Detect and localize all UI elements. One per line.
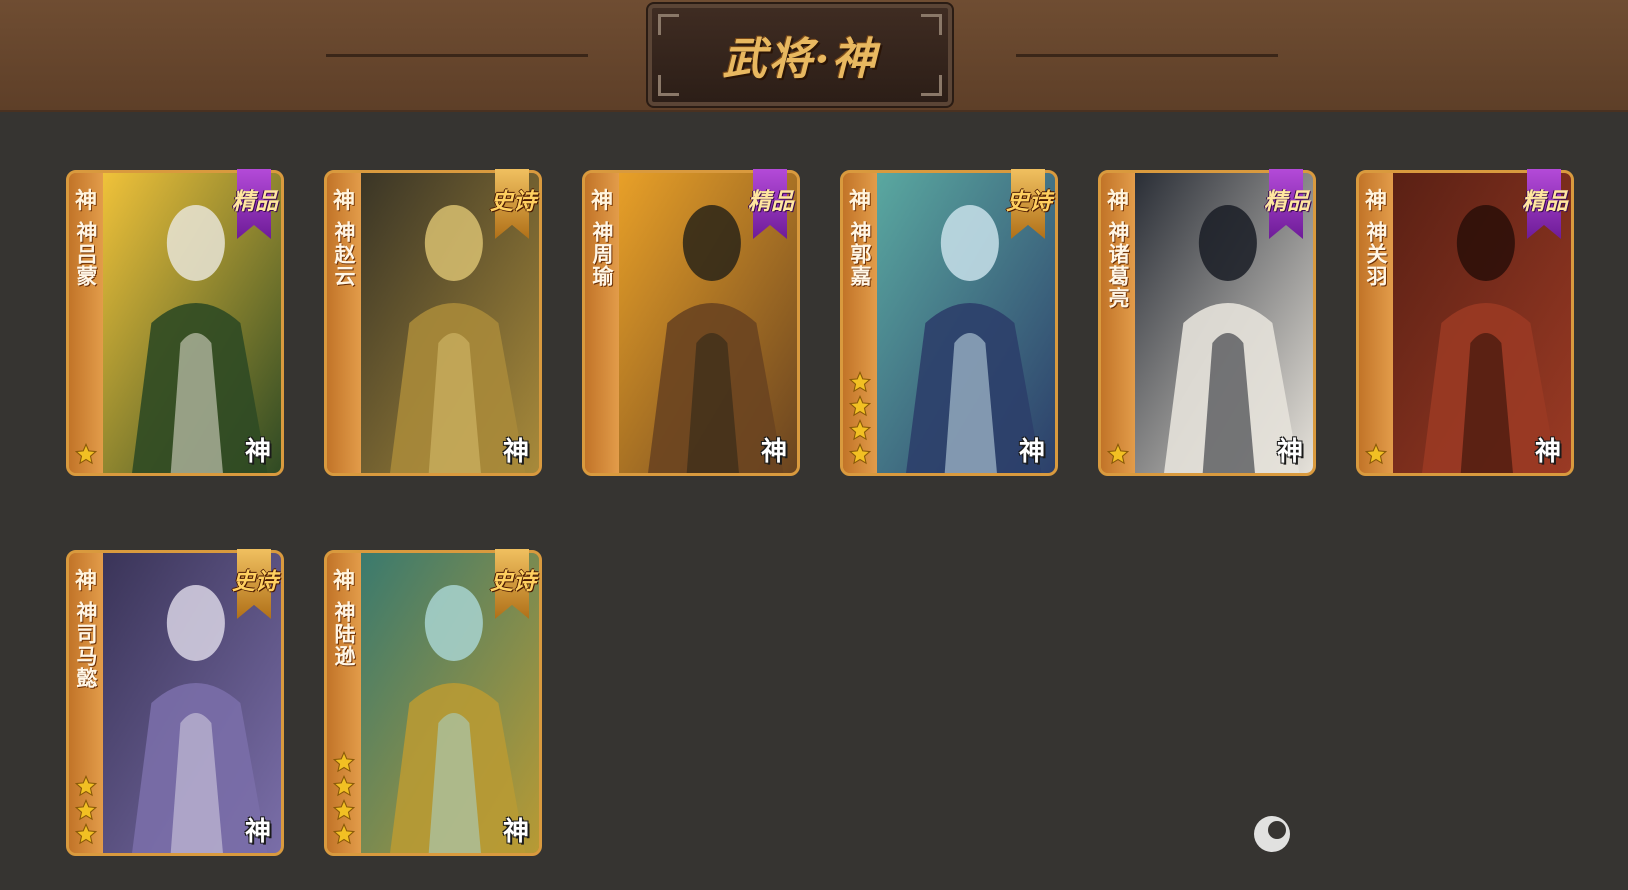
god-tag: 神 [74,569,97,594]
star-rating [69,443,103,465]
card-side-strip [1101,173,1135,473]
general-name: 神司马懿 [74,601,98,689]
star-rating [1359,443,1393,465]
rarity-badge: 精品 [739,169,803,247]
card-side-strip [585,173,619,473]
god-tag: 神 [74,189,97,214]
god-seal: 神 [244,437,271,467]
rarity-label: 精品 [232,188,278,215]
star-icon [849,443,871,465]
header-divider-left [326,54,588,57]
general-name: 神关羽 [1364,221,1388,287]
god-seal: 神 [1534,437,1561,467]
general-card[interactable]: 神 神周瑜 精品 神 [582,169,803,476]
title-plaque: 武将·神 [646,2,954,108]
watermark-logo-icon [1254,816,1290,852]
plaque-corner-ornament [658,75,679,96]
general-card[interactable]: 神 神司马懿 史诗 神 [66,550,284,856]
general-name: 神周瑜 [590,221,614,287]
rarity-label: 史诗 [490,188,536,215]
rarity-badge: 精品 [223,169,287,247]
general-card[interactable]: 神 神关羽 精品 神 [1356,169,1577,476]
general-card[interactable]: 神 神赵云 史诗 神 [324,170,542,476]
god-tag: 神 [332,569,355,594]
god-tag: 神 [590,189,613,214]
god-seal: 神 [502,817,529,847]
header-bar: 武将·神 [0,0,1628,112]
star-icon [75,823,97,845]
star-rating [69,775,103,845]
star-icon [1107,443,1129,465]
star-rating [327,751,361,845]
star-icon [849,419,871,441]
rarity-label: 史诗 [490,568,536,595]
general-name: 神吕蒙 [74,221,98,287]
plaque-corner-ornament [658,14,679,35]
god-seal: 神 [244,817,271,847]
star-icon [1365,443,1387,465]
star-icon [333,823,355,845]
general-name: 神赵云 [332,221,356,287]
rarity-label: 精品 [1522,188,1568,215]
god-seal: 神 [1276,437,1303,467]
general-card[interactable]: 神 神郭嘉 史诗 神 [840,170,1058,476]
star-rating [1101,443,1135,465]
god-seal: 神 [1018,437,1045,467]
rarity-badge: 史诗 [481,549,545,627]
general-card[interactable]: 神 神陆逊 史诗 神 [324,550,542,856]
header-divider-right [1016,54,1278,57]
rarity-label: 史诗 [232,568,278,595]
plaque-corner-ornament [921,75,942,96]
star-icon [75,775,97,797]
page-title: 武将·神 [722,34,878,85]
card-side-strip [1359,173,1393,473]
god-seal: 神 [760,437,787,467]
star-icon [333,799,355,821]
general-name: 神郭嘉 [848,221,872,287]
star-icon [333,751,355,773]
god-tag: 神 [1106,189,1129,214]
star-rating [843,371,877,465]
star-icon [333,775,355,797]
god-tag: 神 [848,189,871,214]
star-icon [75,443,97,465]
god-seal: 神 [502,437,529,467]
rarity-badge: 史诗 [223,549,287,627]
rarity-badge: 精品 [1255,169,1319,247]
general-card[interactable]: 神 神诸葛亮 精品 神 [1098,169,1319,476]
rarity-label: 史诗 [1006,188,1052,215]
card-side-strip [327,173,361,473]
card-side-strip [69,173,103,473]
general-name: 神陆逊 [332,601,356,667]
star-icon [849,371,871,393]
general-name: 神诸葛亮 [1106,221,1130,309]
rarity-badge: 史诗 [481,169,545,247]
star-icon [849,395,871,417]
rarity-badge: 精品 [1513,169,1577,247]
god-tag: 神 [1364,189,1387,214]
general-card[interactable]: 神 神吕蒙 精品 神 [66,169,287,476]
rarity-badge: 史诗 [997,169,1061,247]
rarity-label: 精品 [1264,188,1310,215]
star-icon [75,799,97,821]
god-tag: 神 [332,189,355,214]
rarity-label: 精品 [748,188,794,215]
plaque-corner-ornament [921,14,942,35]
